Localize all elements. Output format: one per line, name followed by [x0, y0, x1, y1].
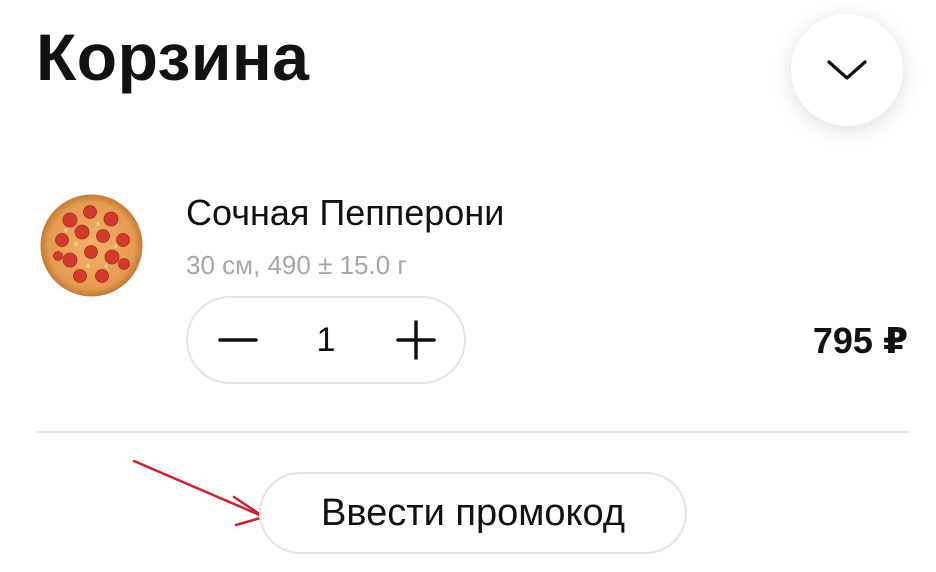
quantity-stepper: 1 [186, 296, 466, 384]
collapse-cart-button[interactable] [791, 14, 903, 126]
decrease-quantity-button[interactable] [210, 312, 266, 368]
plus-icon [396, 320, 436, 360]
cart-page: Корзина Сочная Пепперони 30 см, 490 ± 15… [0, 0, 936, 572]
divider [36, 431, 909, 433]
increase-quantity-button[interactable] [388, 312, 444, 368]
product-name: Сочная Пепперони [186, 192, 505, 233]
item-price: 795 ₽ [812, 320, 908, 361]
minus-icon [218, 338, 258, 342]
chevron-down-icon [827, 60, 867, 80]
enter-promo-code-button[interactable]: Ввести промокод [259, 472, 687, 554]
pepperoni-pizza-image [40, 194, 143, 297]
quantity-value: 1 [316, 321, 336, 359]
page-title: Корзина [36, 20, 310, 94]
product-details: 30 см, 490 ± 15.0 г [186, 250, 407, 280]
